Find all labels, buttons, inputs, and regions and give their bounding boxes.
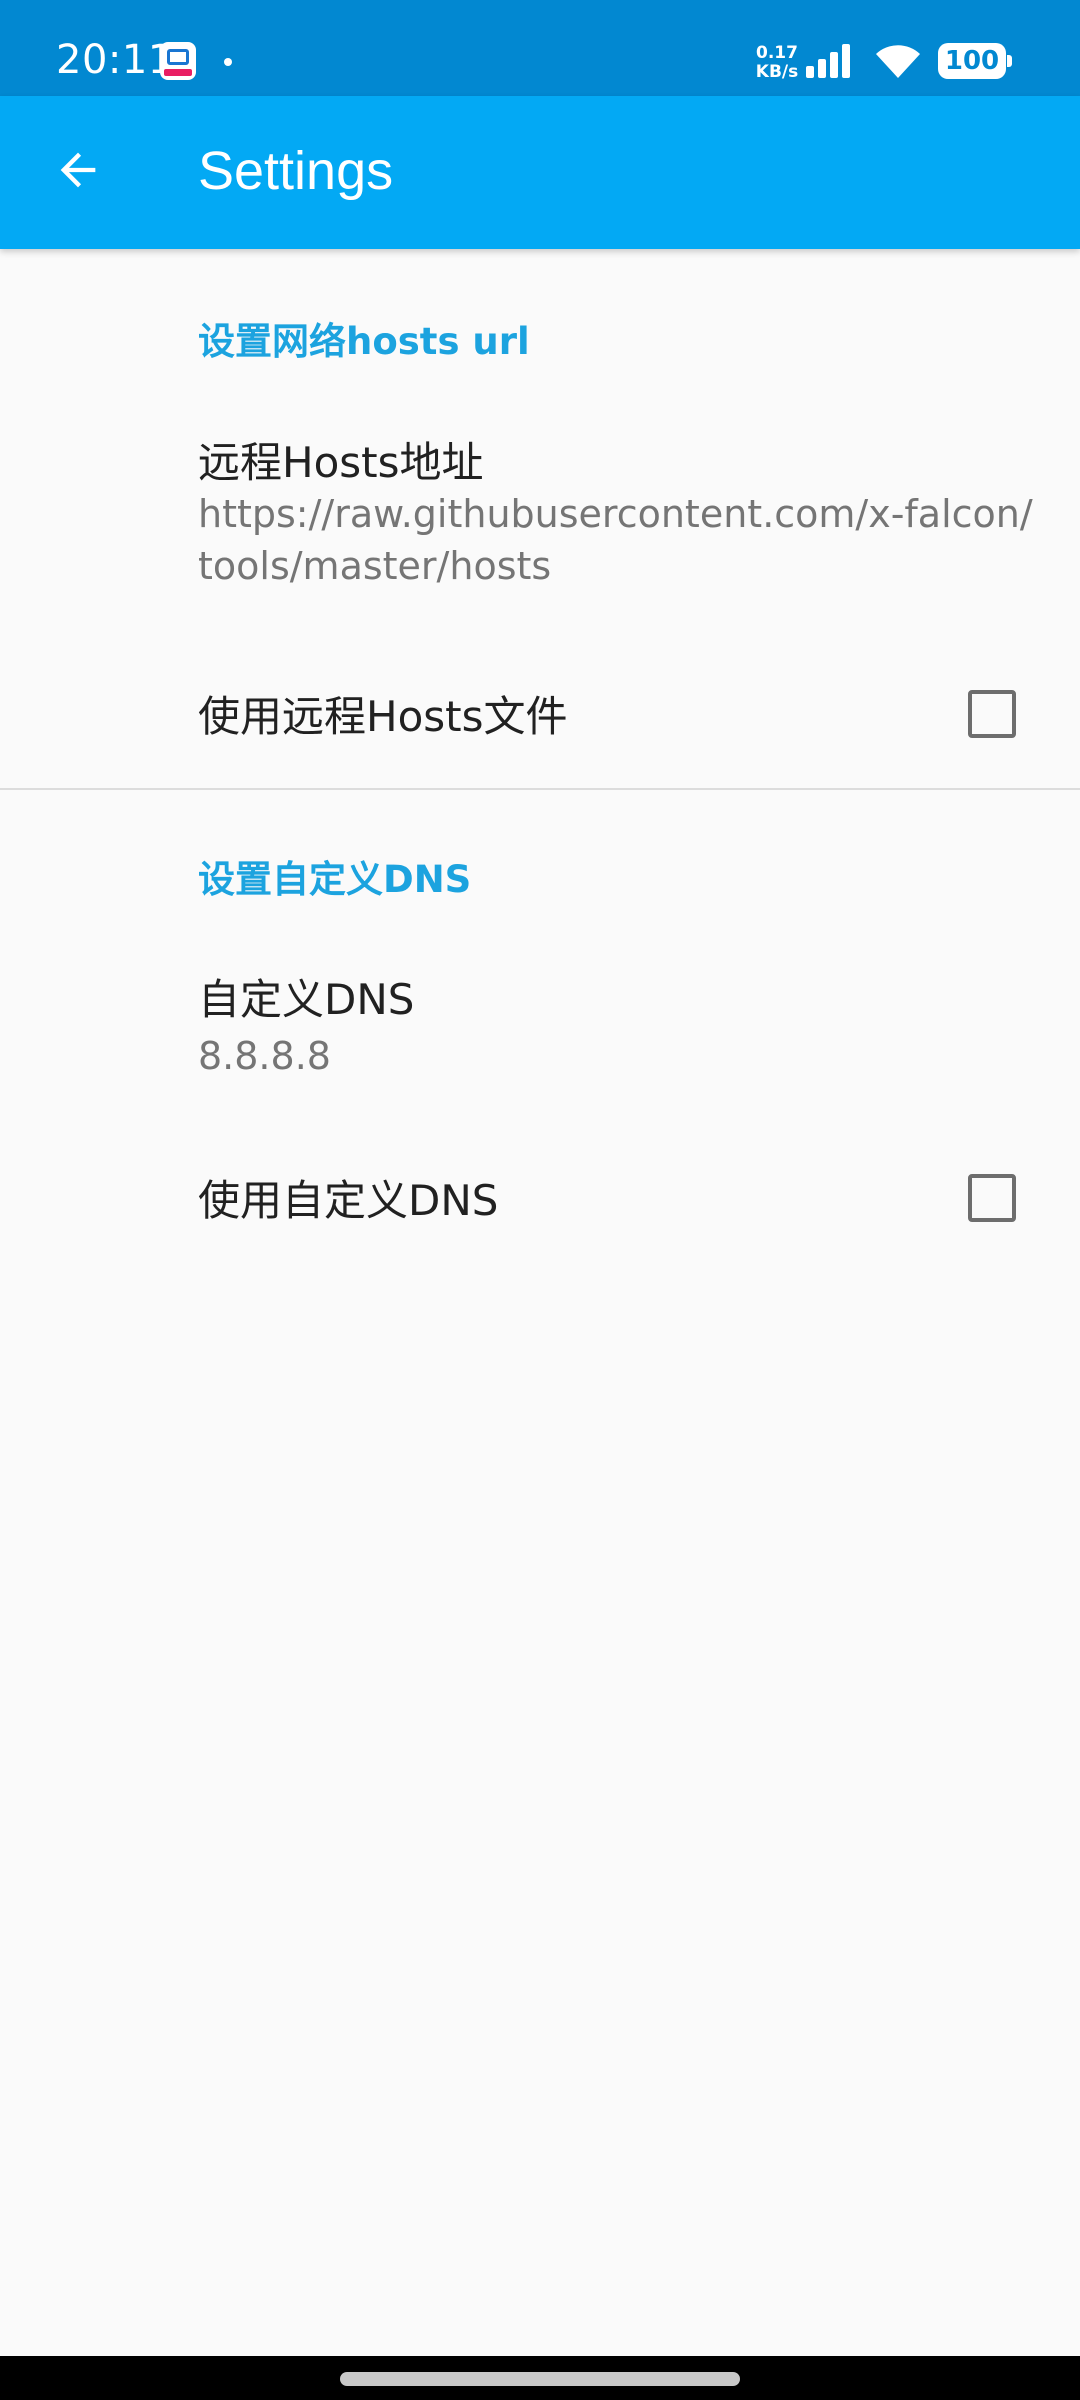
dns-section-header: 设置自定义DNS: [198, 858, 472, 901]
battery-level: 100: [938, 43, 1006, 79]
remote-hosts-url-value: https://raw.githubusercontent.com/x-falc…: [198, 492, 1033, 588]
arrow-back-icon: [60, 152, 96, 188]
back-button[interactable]: [36, 128, 120, 212]
remote-hosts-url-title: 远程Hosts地址: [198, 438, 484, 487]
battery-icon: 100: [938, 43, 1012, 79]
page-title: Settings: [198, 141, 394, 201]
signal-icon: [806, 44, 850, 78]
hosts-section-header: 设置网络hosts url: [198, 320, 530, 363]
remote-hosts-url-preference[interactable]: 远程Hosts地址 https://raw.githubusercontent.…: [0, 420, 1080, 620]
use-remote-hosts-title: 使用远程Hosts文件: [198, 692, 568, 741]
custom-dns-title: 自定义DNS: [198, 975, 415, 1024]
section-divider: [0, 788, 1080, 790]
network-speed-value: 0.17: [756, 43, 798, 63]
settings-screen: 20:11 0.17 KB/s 100 Settings 设置网络hosts u…: [0, 0, 1080, 2400]
custom-dns-preference[interactable]: 自定义DNS 8.8.8.8: [0, 960, 1080, 1110]
use-remote-hosts-checkbox[interactable]: [968, 690, 1016, 738]
custom-dns-value: 8.8.8.8: [198, 1034, 331, 1078]
use-remote-hosts-preference[interactable]: 使用远程Hosts文件: [0, 660, 1080, 770]
use-custom-dns-title: 使用自定义DNS: [198, 1176, 499, 1225]
use-custom-dns-preference[interactable]: 使用自定义DNS: [0, 1146, 1080, 1256]
app-bar: Settings: [0, 96, 1080, 249]
use-custom-dns-checkbox[interactable]: [968, 1174, 1016, 1222]
notification-dot-icon: [224, 58, 232, 66]
status-bar: 20:11 0.17 KB/s 100: [0, 0, 1080, 96]
app-notification-icon: [160, 42, 196, 80]
network-speed-unit: KB/s: [755, 62, 799, 82]
wifi-icon: [876, 45, 920, 78]
status-time: 20:11: [56, 37, 174, 83]
navigation-bar: [0, 2356, 1080, 2400]
network-speed: 0.17 KB/s: [752, 44, 802, 82]
home-gesture-handle[interactable]: [340, 2372, 740, 2386]
